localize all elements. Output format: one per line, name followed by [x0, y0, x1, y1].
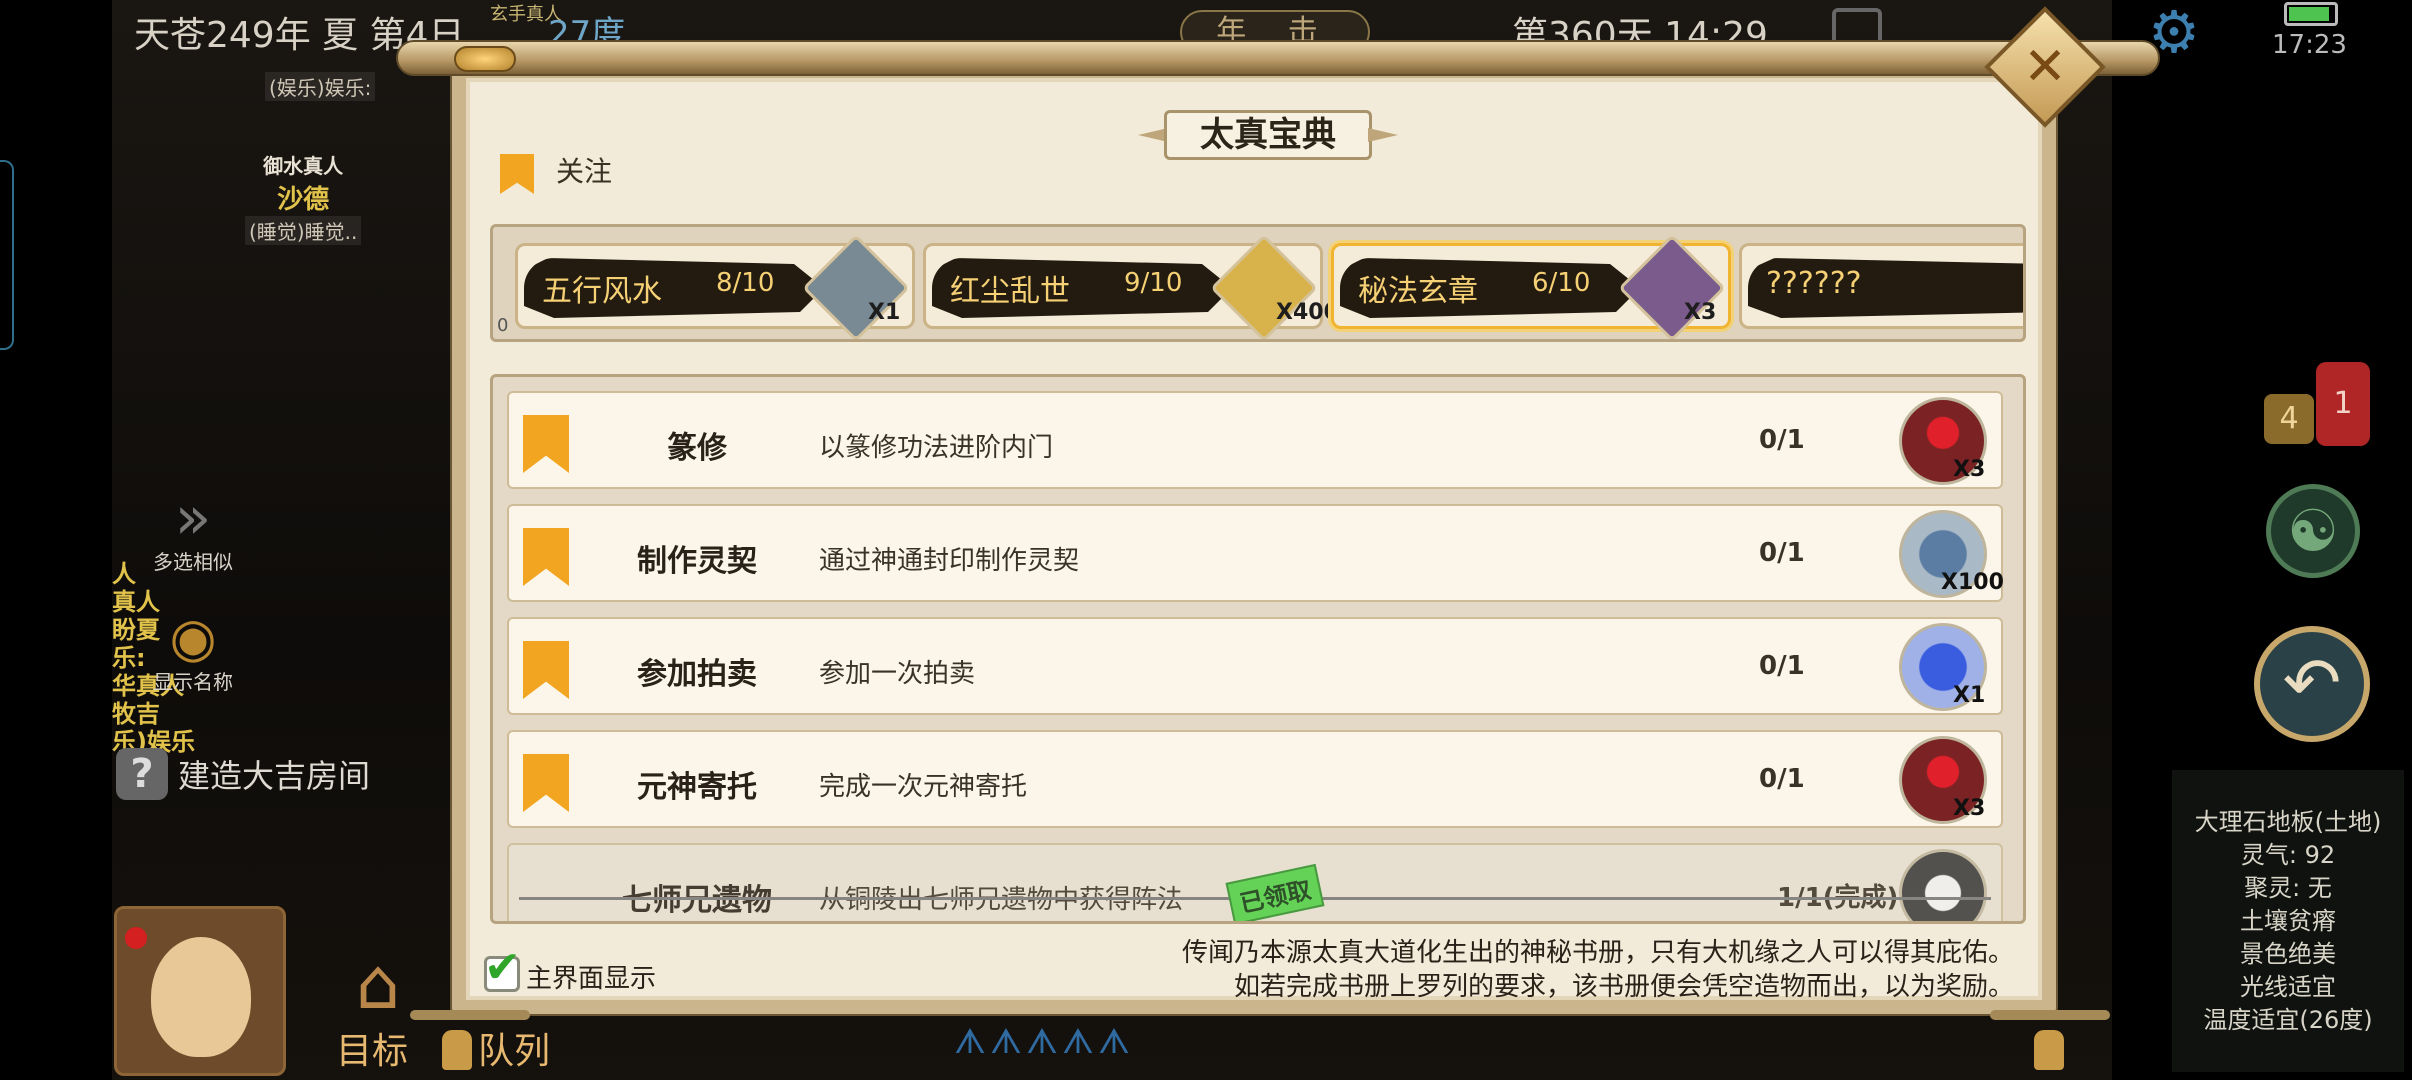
npc-name: 沙德: [277, 185, 330, 215]
task-progress: 0/1: [1759, 651, 1805, 681]
gourd-button[interactable]: [114, 906, 286, 1076]
tab-reward-count: X1: [868, 300, 901, 325]
task-desc: 参加一次拍卖: [819, 659, 976, 689]
show-on-main-label[interactable]: 主界面显示: [526, 958, 656, 995]
tab-progress: 9/10: [1124, 268, 1183, 298]
system-clock: 17:23: [2272, 30, 2347, 60]
task-progress: 1/1(完成): [1777, 883, 1899, 913]
lore-line: 如若完成书册上罗列的要求，该书册便会凭空造物而出，以为奖励。: [1233, 972, 2014, 1002]
task-row[interactable]: 元神寄托 完成一次元神寄托 0/1 X3: [507, 730, 2003, 828]
scroll-rod: [396, 40, 2160, 76]
checkmark-icon: ✔: [484, 942, 521, 993]
message-badge[interactable]: 4: [2264, 394, 2314, 444]
follow-label[interactable]: 关注: [556, 150, 612, 190]
book-lore: 传闻乃本源太真大道化生出的神秘书册，只有大机缘之人可以得其庇佑。 如若完成书册上…: [1130, 936, 2014, 1004]
close-icon: ✕: [2023, 37, 2067, 97]
taiji-icon[interactable]: ☯: [2266, 484, 2360, 578]
npc-status: (娱乐)娱乐:: [265, 72, 376, 101]
bookmark-icon[interactable]: [523, 641, 569, 699]
task-progress: 0/1: [1759, 764, 1805, 794]
pearl-icon[interactable]: [1899, 849, 1987, 921]
task-name: 制作灵契: [637, 544, 757, 579]
task-desc: 以篆修功法进阶内门: [819, 433, 1054, 463]
tile-info-panel: 大理石地板(土地) 灵气: 92 聚灵: 无 土壤贫瘠 景色绝美 光线适宜 温度…: [2172, 770, 2404, 1072]
tab-progress: 8/10: [716, 268, 775, 298]
tile-type: 大理石地板(土地): [2194, 808, 2382, 836]
tab-reward-count: X3: [1684, 300, 1717, 325]
task-row[interactable]: 参加拍卖 参加一次拍卖 0/1 X1: [507, 617, 2003, 715]
task-reward-count: X3: [1953, 457, 1986, 482]
build-room-label: 建造大吉房间: [178, 757, 371, 795]
task-reward-count: X1: [1953, 683, 1986, 708]
back-button[interactable]: ↶: [2254, 626, 2370, 742]
task-row[interactable]: 篆修 以篆修功法进阶内门 0/1 X3: [507, 391, 2003, 489]
bell-icon: [2034, 1030, 2064, 1070]
tab-mifa[interactable]: 秘法玄章 6/10 X3: [1331, 234, 1731, 339]
task-name: 参加拍卖: [637, 657, 757, 692]
tab-reward-count: X400: [1276, 300, 1339, 325]
show-names-button[interactable]: ◉ 显示名称: [128, 610, 258, 700]
scroll-rod-bottom: [1990, 1010, 2110, 1020]
crystal-icon: [802, 234, 910, 339]
panel-title: 太真宝典: [1164, 110, 1372, 160]
queue-button[interactable]: 队列: [478, 1022, 550, 1074]
task-row-completed[interactable]: 七师兄遗物 从铜陵出七师兄遗物中获得阵法 1/1(完成) 已领取: [507, 843, 2003, 921]
tab-progress: 6/10: [1532, 268, 1591, 298]
npc-fragment: 牧吉: [112, 700, 160, 728]
tile-gather: 聚灵: 无: [2244, 874, 2332, 902]
scroll-icon: [1210, 234, 1318, 339]
lore-line: 传闻乃本源太真大道化生出的神秘书册，只有大机缘之人可以得其庇佑。: [1181, 938, 2014, 968]
category-tabs[interactable]: 0 五行风水 8/10 X1 红尘乱世 9/10 X400 秘法玄章 6/10 …: [490, 224, 2026, 342]
task-name: 元神寄托: [637, 770, 757, 805]
scroll-rod-bottom: [410, 1010, 530, 1020]
claimed-stamp: 已领取: [1225, 863, 1325, 921]
gourd-icon: [151, 937, 251, 1057]
build-room-hint[interactable]: ? 建造大吉房间: [116, 746, 370, 802]
task-desc: 完成一次元神寄托: [819, 772, 1028, 802]
tab-locked[interactable]: ??????: [1739, 243, 2023, 329]
tile-soil: 土壤贫瘠: [2240, 907, 2336, 935]
tile-scenery: 景色绝美: [2240, 940, 2336, 968]
npc-status: (睡觉)睡觉..: [245, 216, 362, 245]
task-desc: 通过神通封印制作灵契: [819, 546, 1080, 576]
multi-select-icon: »: [174, 483, 212, 553]
tile-light: 光线适宜: [2240, 973, 2336, 1001]
task-progress: 0/1: [1759, 425, 1805, 455]
tab-wuxing[interactable]: 五行风水 8/10 X1: [515, 234, 915, 339]
tile-temperature: 温度适宜(26度): [2203, 1006, 2373, 1034]
npc-label[interactable]: 御水真人 沙德 (睡觉)睡觉..: [245, 150, 362, 245]
edge-panel-handle[interactable]: [0, 160, 14, 350]
tile-spirit: 灵气: 92: [2240, 841, 2336, 869]
bookmark-icon[interactable]: [523, 528, 569, 586]
show-names-label: 显示名称: [153, 670, 233, 694]
task-name: 篆修: [667, 431, 727, 466]
red-dot-icon: [125, 927, 147, 949]
task-reward-count: X3: [1953, 796, 1986, 821]
task-list[interactable]: 篆修 以篆修功法进阶内门 0/1 X3 制作灵契 通过神通封印制作灵契 0/1 …: [490, 374, 2026, 924]
grass-decoration: ᗑᗑᗑᗑᗑ: [954, 1022, 1134, 1062]
npc-label[interactable]: (娱乐)娱乐:: [265, 72, 376, 101]
task-row[interactable]: 制作灵契 通过神通封印制作灵契 0/1 X100: [507, 504, 2004, 602]
eye-icon: ◉: [169, 606, 217, 669]
npc-title: 御水真人: [263, 154, 344, 178]
tab-name: 红尘乱世: [950, 274, 1070, 309]
bookmark-icon[interactable]: [523, 754, 569, 812]
rod-knob: [454, 46, 516, 72]
target-button[interactable]: 目标: [336, 1022, 408, 1074]
bookmark-icon[interactable]: [523, 415, 569, 473]
tab-name: 秘法玄章: [1358, 274, 1478, 309]
tabs-count: 0: [497, 315, 509, 336]
battery-icon: [2284, 2, 2338, 26]
bell-icon: [442, 1030, 472, 1070]
task-progress: 0/1: [1759, 538, 1805, 568]
fruit-icon: [1618, 234, 1726, 339]
tab-hongchen[interactable]: 红尘乱世 9/10 X400: [923, 234, 1339, 339]
tab-name: 五行风水: [542, 274, 662, 309]
npc-fragment: 人: [112, 560, 136, 588]
task-reward-count: X100: [1941, 570, 2004, 595]
alert-badge[interactable]: 1: [2316, 362, 2370, 446]
question-icon: ?: [116, 748, 168, 800]
tab-name: ??????: [1766, 266, 1862, 301]
